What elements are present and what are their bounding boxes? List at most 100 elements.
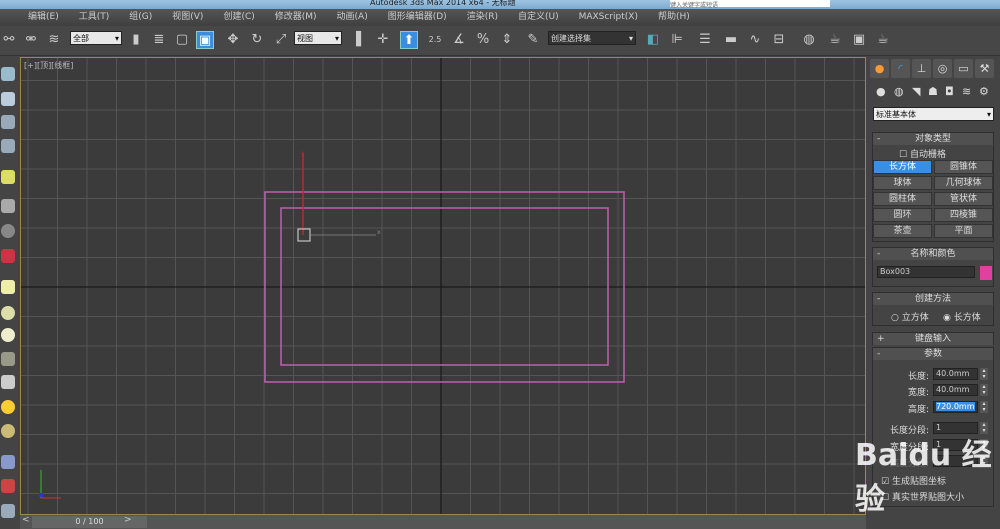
box-button[interactable]: 长方体 <box>873 160 932 174</box>
scale-icon[interactable]: ⤢ <box>272 31 290 49</box>
light-icon[interactable] <box>1 170 15 184</box>
category-dropdown[interactable]: 标准基本体 <box>873 107 994 122</box>
menu-create[interactable]: 创建(C) <box>223 9 254 26</box>
length-spinner[interactable]: ▴ ▾ <box>980 368 988 380</box>
menu-edit[interactable]: 编辑(E) <box>28 9 59 26</box>
creation-method-header[interactable]: - 创建方法 <box>873 293 993 305</box>
width-spinner[interactable]: ▴ ▾ <box>980 384 988 396</box>
named-selection-dropdown[interactable]: 创建选择集 <box>548 31 636 46</box>
select-object-icon[interactable]: ▮ <box>127 31 145 49</box>
prev-frame-icon[interactable]: < <box>22 515 30 525</box>
height-spinner[interactable]: ▴ ▾ <box>980 401 988 413</box>
create-tab-icon[interactable]: ● <box>870 59 889 78</box>
scene-explorer-icon[interactable] <box>1 115 15 129</box>
object-color-swatch[interactable] <box>980 266 992 280</box>
basket-icon[interactable] <box>1 352 15 366</box>
align-icon[interactable]: ⊫ <box>668 31 686 49</box>
snap-toggle-icon[interactable]: 2.5 <box>426 31 444 49</box>
schematic-view-icon[interactable]: ⊟ <box>770 31 788 49</box>
height-input[interactable]: 720.0mm <box>933 401 978 413</box>
cylinder-button[interactable]: 圆柱体 <box>873 192 932 206</box>
display-tab-icon[interactable]: ▭ <box>954 59 973 78</box>
viewport-top[interactable]: y x [+][顶][线框] <box>20 57 866 515</box>
edit-named-selection-icon[interactable]: ✎ <box>524 31 542 49</box>
object-name-input[interactable]: Box003 <box>877 266 975 278</box>
rendered-frame-icon[interactable]: ▣ <box>850 31 868 49</box>
keyboard-shortcut-override-icon[interactable]: ⬆ <box>400 31 418 49</box>
disc-icon[interactable] <box>1 328 15 342</box>
object-type-header[interactable]: - 对象类型 <box>873 133 993 145</box>
teapot-button[interactable]: 茶壶 <box>873 224 932 238</box>
menu-group[interactable]: 组(G) <box>129 9 152 26</box>
layer-manager-icon[interactable]: ☰ <box>696 31 714 49</box>
mirror-icon[interactable]: ◧ <box>644 31 662 49</box>
curve-editor-icon[interactable]: ∿ <box>746 31 764 49</box>
reference-coord-dropdown[interactable]: 视图 <box>294 31 342 46</box>
rotate-icon[interactable]: ↻ <box>248 31 266 49</box>
parameters-header[interactable]: - 参数 <box>873 348 993 360</box>
bind-spacewarp-icon[interactable]: ≋ <box>45 31 63 49</box>
spinner-snap-icon[interactable]: ⇕ <box>498 31 516 49</box>
shapes-icon[interactable]: ◍ <box>894 85 904 98</box>
systems-icon[interactable]: ⚙ <box>979 85 989 98</box>
sky-icon[interactable] <box>1 424 15 438</box>
plane-button[interactable]: 平面 <box>934 224 993 238</box>
render-window-icon[interactable] <box>1 92 15 106</box>
sphere-icon[interactable] <box>1 224 15 238</box>
menu-rendering[interactable]: 渲染(R) <box>467 9 498 26</box>
move-icon[interactable]: ✥ <box>224 31 242 49</box>
render-icon[interactable]: ☕ <box>874 31 892 49</box>
plane-icon[interactable] <box>1 280 15 294</box>
angle-snap-icon[interactable]: ∡ <box>450 31 468 49</box>
tube-button[interactable]: 管状体 <box>934 192 993 206</box>
graphite-tools-icon[interactable]: ▬ <box>722 31 740 49</box>
geometry-icon[interactable]: ● <box>876 85 886 98</box>
viewport-label[interactable]: [+][顶][线框] <box>24 60 73 71</box>
window-crossing-icon[interactable]: ▣ <box>196 31 214 49</box>
helpers-icon[interactable]: ◘ <box>945 85 954 98</box>
geosphere-button[interactable]: 几何球体 <box>934 176 993 190</box>
pyramid-button[interactable]: 四棱锥 <box>934 208 993 222</box>
menu-customize[interactable]: 自定义(U) <box>518 9 559 26</box>
gizmo-center[interactable] <box>297 228 311 242</box>
menu-tools[interactable]: 工具(T) <box>79 9 110 26</box>
name-color-header[interactable]: - 名称和颜色 <box>873 248 993 260</box>
time-slider[interactable]: < 0 / 100 > <box>20 515 866 529</box>
select-manipulate-icon[interactable]: ✛ <box>374 31 392 49</box>
search-input[interactable]: 键入关键字或短语 <box>670 0 830 9</box>
menu-views[interactable]: 视图(V) <box>172 9 203 26</box>
torus-button[interactable]: 圆环 <box>873 208 932 222</box>
cube-radio[interactable]: ○ 立方体 <box>891 310 929 323</box>
next-frame-icon[interactable]: > <box>124 515 132 525</box>
camera-icon[interactable] <box>1 199 15 213</box>
keyboard-entry-header[interactable]: + 键盘输入 <box>873 333 993 345</box>
select-by-name-icon[interactable]: ≣ <box>150 31 168 49</box>
material-editor-icon[interactable]: ◍ <box>800 31 818 49</box>
width-input[interactable]: 40.0mm <box>933 384 978 396</box>
menu-graph-editors[interactable]: 图形编辑器(D) <box>388 9 447 26</box>
percent-snap-icon[interactable]: % <box>474 31 492 49</box>
menu-help[interactable]: 帮助(H) <box>658 9 690 26</box>
layer-explorer-icon[interactable] <box>1 139 15 153</box>
rect-selection-icon[interactable]: ▢ <box>173 31 191 49</box>
sun-icon[interactable] <box>1 400 15 414</box>
menu-maxscript[interactable]: MAXScript(X) <box>579 9 638 26</box>
pivot-icon[interactable]: ▐ <box>347 31 365 49</box>
molecule-icon[interactable] <box>1 479 15 493</box>
cameras-icon[interactable]: ☗ <box>928 85 938 98</box>
cone-button[interactable]: 圆锥体 <box>934 160 993 174</box>
lights-icon[interactable]: ◥ <box>912 85 920 98</box>
particles-icon[interactable] <box>1 455 15 469</box>
dome-icon[interactable] <box>1 306 15 320</box>
render-setup-icon[interactable]: ☕ <box>826 31 844 49</box>
hierarchy-tab-icon[interactable]: ⊥ <box>912 59 931 78</box>
modify-tab-icon[interactable]: ◜ <box>891 59 910 78</box>
selection-filter-dropdown[interactable]: 全部 <box>70 31 122 46</box>
length-input[interactable]: 40.0mm <box>933 368 978 380</box>
menu-animation[interactable]: 动画(A) <box>337 9 368 26</box>
utilities-tab-icon[interactable]: ⚒ <box>975 59 994 78</box>
box-radio[interactable]: ◉ 长方体 <box>943 310 981 323</box>
video-icon[interactable] <box>1 249 15 263</box>
unlink-icon[interactable]: ⚮ <box>22 31 40 49</box>
menu-modifiers[interactable]: 修改器(M) <box>275 9 317 26</box>
